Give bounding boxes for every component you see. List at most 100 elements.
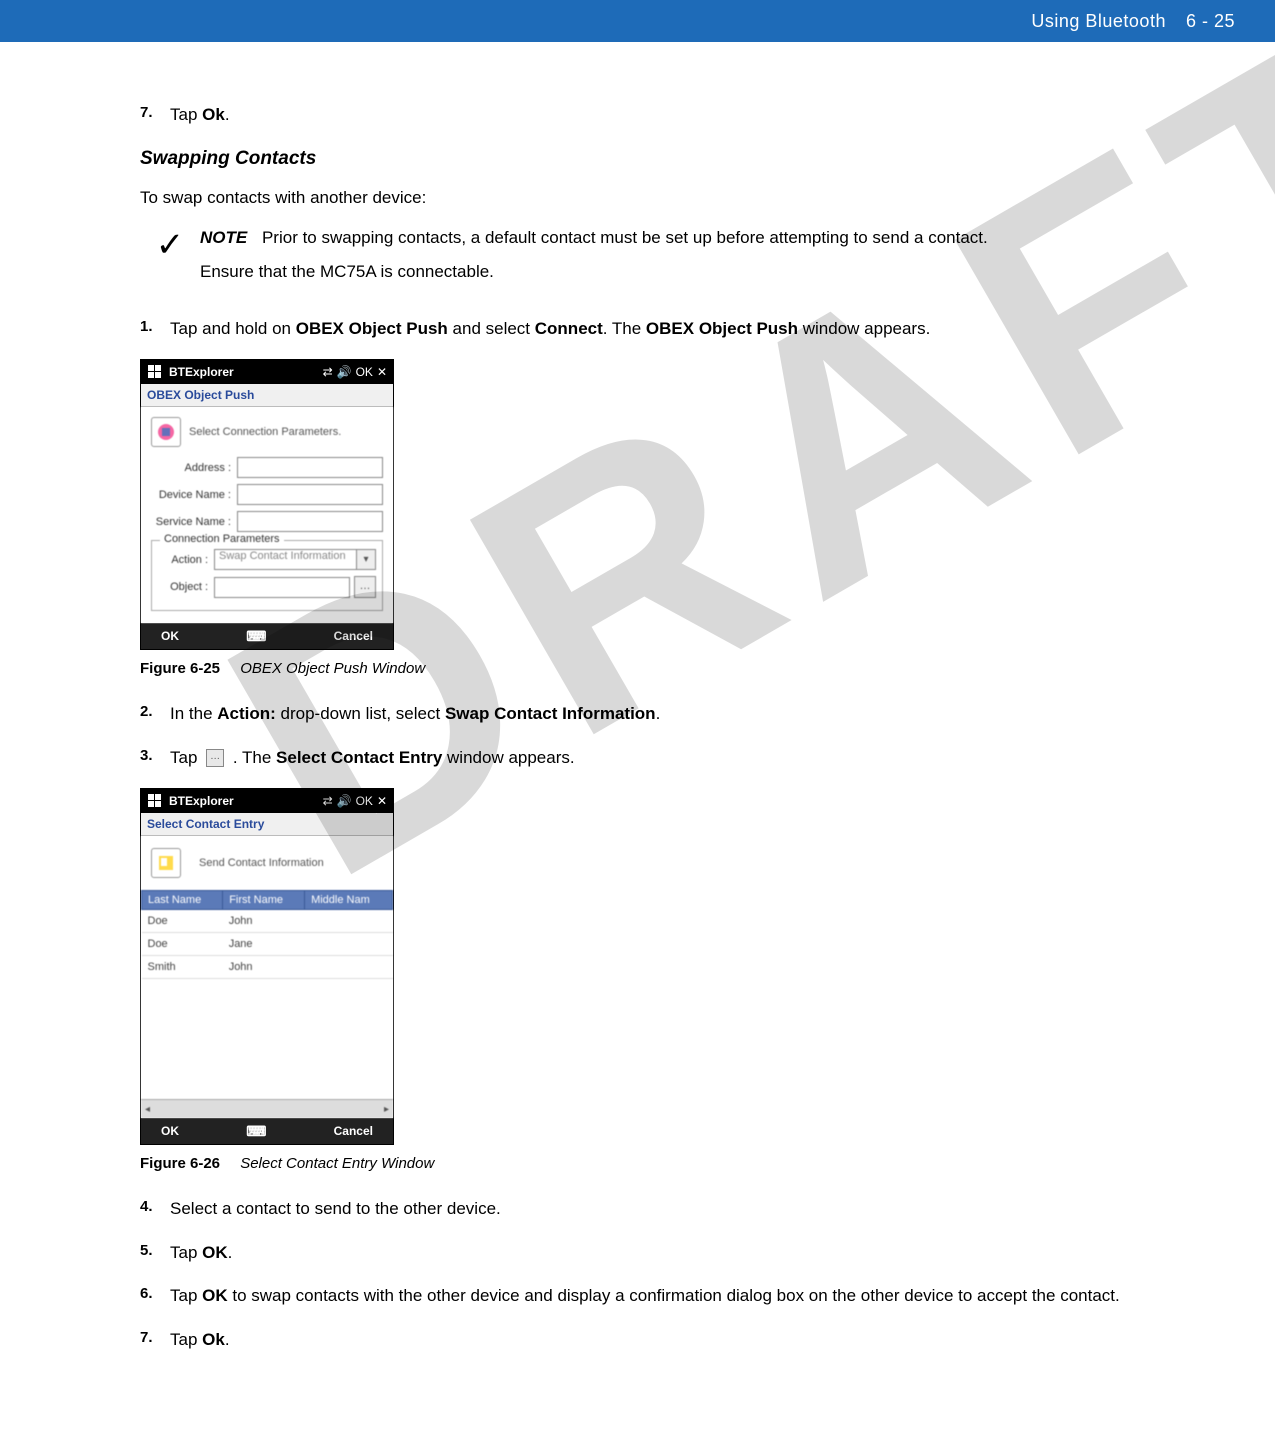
bottom-bar: OK ⌨ Cancel — [141, 623, 393, 649]
field-object: Object : … — [158, 576, 376, 598]
col-last-name[interactable]: Last Name — [142, 891, 223, 910]
text: Tap — [170, 105, 202, 124]
table-row[interactable]: Doe Jane — [142, 933, 393, 956]
step-body: In the Action: drop-down list, select Sw… — [170, 701, 1140, 727]
step-body: Tap OK to swap contacts with the other d… — [170, 1283, 1140, 1309]
text: Tap — [170, 1243, 202, 1262]
figure-25-caption: Figure 6-25 OBEX Object Push Window — [140, 660, 1140, 677]
system-tray: ⇄ 🔊 OK ✕ — [323, 365, 387, 379]
cell: Doe — [142, 933, 223, 956]
ok-button[interactable]: OK — [161, 629, 179, 643]
label: Object : — [158, 581, 208, 593]
step-num: 2. — [140, 701, 170, 727]
shot-body: Send Contact Information Last Name First… — [141, 836, 393, 1118]
figure-obex-push-window: BTExplorer ⇄ 🔊 OK ✕ OBEX Object Push Sel… — [140, 359, 394, 650]
cancel-button[interactable]: Cancel — [334, 629, 373, 643]
step-7: 7. Tap Ok. — [140, 1327, 1140, 1353]
ok-icon: OK — [356, 794, 373, 808]
text: and select — [448, 319, 535, 338]
keyboard-icon[interactable]: ⌨ — [246, 1123, 266, 1140]
group-title: Connection Parameters — [160, 533, 284, 545]
horizontal-scrollbar[interactable]: ◂ ▸ — [141, 1099, 393, 1118]
service-name-input[interactable] — [237, 511, 383, 532]
signal-icon: ⇄ — [323, 794, 333, 808]
col-first-name[interactable]: First Name — [223, 891, 305, 910]
text: In the — [170, 704, 217, 723]
table-row[interactable]: Smith John — [142, 956, 393, 979]
cell: Jane — [223, 933, 305, 956]
send-text: Send Contact Information — [199, 857, 324, 869]
note-line2: Ensure that the MC75A is connectable. — [200, 262, 1140, 282]
connection-text: Select Connection Parameters. — [189, 426, 341, 438]
cancel-button[interactable]: Cancel — [334, 1124, 373, 1138]
connection-parameters-group: Connection Parameters Action : Swap Cont… — [151, 540, 383, 611]
step-num: 6. — [140, 1283, 170, 1309]
window-title: BTExplorer — [169, 794, 317, 808]
bold: OK — [202, 1243, 228, 1262]
bold: Connect — [535, 319, 603, 338]
object-input[interactable] — [214, 577, 350, 598]
step-2: 2. In the Action: drop-down list, select… — [140, 701, 1140, 727]
label: Action : — [158, 554, 208, 566]
action-dropdown[interactable]: Swap Contact Information ▾ — [214, 549, 376, 570]
text: . The — [603, 319, 646, 338]
note-label: NOTE — [200, 228, 247, 247]
empty-area — [141, 979, 393, 1099]
cell — [305, 910, 393, 933]
ok-button[interactable]: OK — [161, 1124, 179, 1138]
text: . — [228, 1243, 233, 1262]
text: window appears. — [798, 319, 930, 338]
figure-select-contact-window: BTExplorer ⇄ 🔊 OK ✕ Select Contact Entry… — [140, 788, 394, 1145]
step-body: Tap Ok. — [170, 102, 1140, 128]
col-middle-name[interactable]: Middle Nam — [305, 891, 393, 910]
note-line1: Prior to swapping contacts, a default co… — [262, 228, 988, 247]
bold: Ok — [202, 1330, 225, 1349]
text: . — [656, 704, 661, 723]
close-icon: ✕ — [377, 794, 387, 808]
text: . — [225, 1330, 230, 1349]
text: Tap — [170, 1286, 202, 1305]
table-header-row: Last Name First Name Middle Nam — [142, 891, 393, 910]
bold: Swap Contact Information — [445, 704, 656, 723]
step-5: 5. Tap OK. — [140, 1240, 1140, 1266]
field-address: Address : — [151, 457, 383, 478]
text: Tap and hold on — [170, 319, 296, 338]
text: . The — [228, 748, 276, 767]
step-6: 6. Tap OK to swap contacts with the othe… — [140, 1283, 1140, 1309]
signal-icon: ⇄ — [323, 365, 333, 379]
cell: John — [223, 956, 305, 979]
bottom-bar: OK ⌨ Cancel — [141, 1118, 393, 1144]
step-num: 7. — [140, 102, 170, 128]
window-title: BTExplorer — [169, 365, 317, 379]
field-service: Service Name : — [151, 511, 383, 532]
step-3: 3. Tap … . The Select Contact Entry wind… — [140, 745, 1140, 771]
scroll-right-icon[interactable]: ▸ — [384, 1104, 389, 1115]
checkmark-icon: ✓ — [140, 228, 200, 296]
label: Device Name : — [151, 489, 231, 501]
step-num: 3. — [140, 745, 170, 771]
cell — [305, 933, 393, 956]
fig-label: Figure 6-25 — [140, 660, 220, 677]
step-1: 1. Tap and hold on OBEX Object Push and … — [140, 316, 1140, 342]
fig-label: Figure 6-26 — [140, 1155, 220, 1172]
bold: OK — [202, 1286, 228, 1305]
browse-button[interactable]: … — [354, 576, 376, 598]
address-input[interactable] — [237, 457, 383, 478]
figure-26-caption: Figure 6-26 Select Contact Entry Window — [140, 1155, 1140, 1172]
cell: Smith — [142, 956, 223, 979]
page-header: Using Bluetooth 6 - 25 — [0, 0, 1275, 42]
shot-body: Select Connection Parameters. Address : … — [141, 407, 393, 623]
device-name-input[interactable] — [237, 484, 383, 505]
note-block: ✓ NOTE Prior to swapping contacts, a def… — [140, 228, 1140, 296]
step-num: 7. — [140, 1327, 170, 1353]
step-body: Select a contact to send to the other de… — [170, 1196, 1140, 1222]
scroll-left-icon[interactable]: ◂ — [145, 1104, 150, 1115]
ok-icon: OK — [356, 365, 373, 379]
text: drop-down list, select — [276, 704, 445, 723]
page-content: DRAFT 7. Tap Ok. Swapping Contacts To sw… — [140, 42, 1140, 1352]
table-row[interactable]: Doe John — [142, 910, 393, 933]
bold: Action: — [217, 704, 276, 723]
chevron-down-icon[interactable]: ▾ — [357, 549, 376, 570]
keyboard-icon[interactable]: ⌨ — [246, 628, 266, 645]
contacts-table: Last Name First Name Middle Nam Doe John… — [141, 890, 393, 979]
